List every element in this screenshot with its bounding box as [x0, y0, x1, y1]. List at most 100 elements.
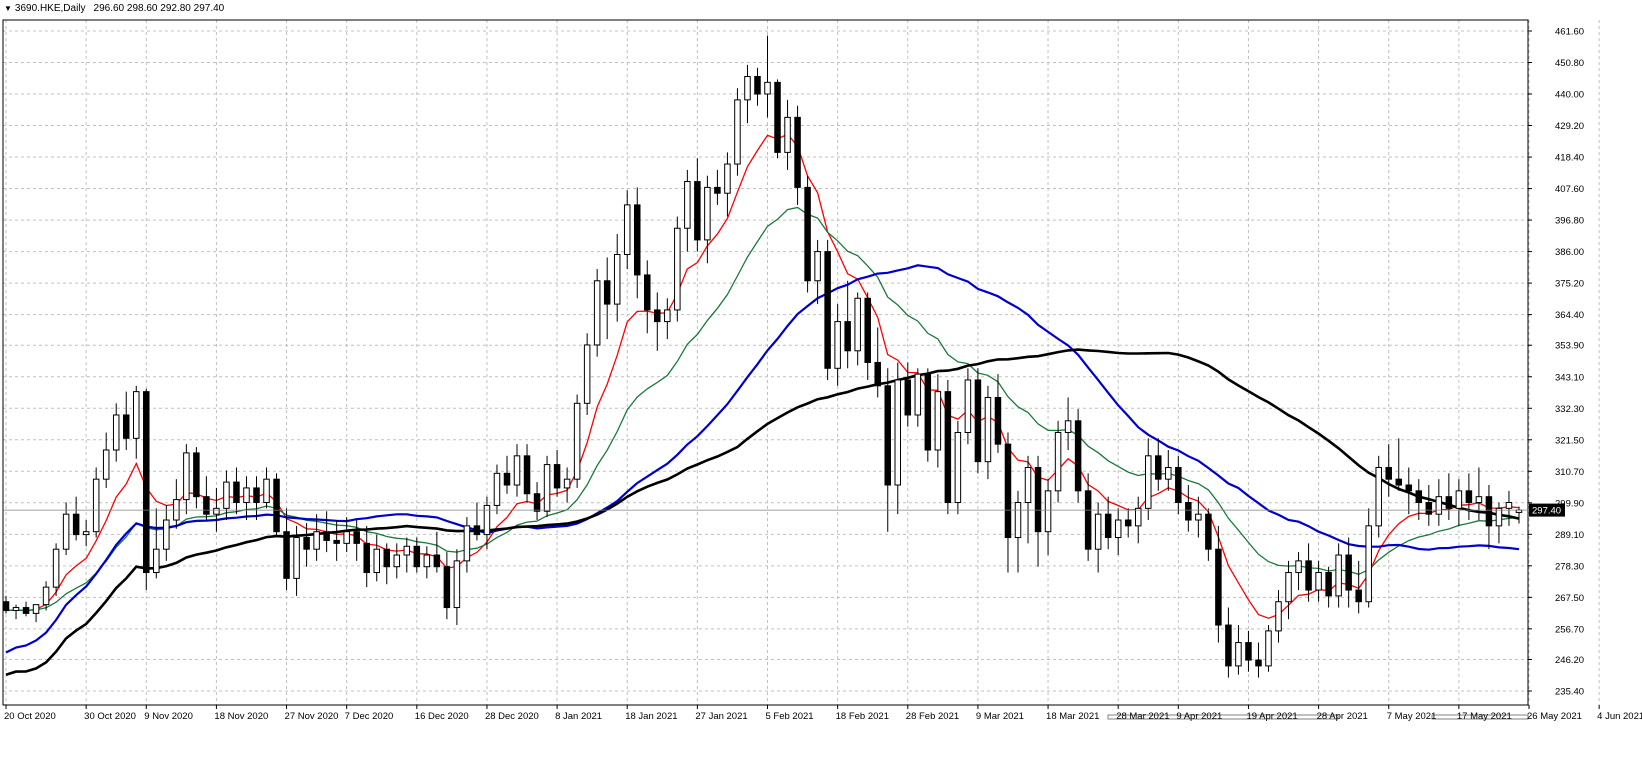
candle: [1205, 508, 1212, 561]
candle-body-down: [1395, 478, 1403, 486]
candle-body-up: [984, 396, 992, 463]
candle: [1375, 455, 1382, 538]
candle: [92, 467, 100, 538]
candle: [834, 304, 841, 386]
candle-body-up: [463, 525, 471, 562]
y-tick-label: 461.60: [1555, 27, 1584, 38]
candle: [884, 368, 891, 532]
candle: [964, 368, 972, 445]
candle-body-up: [263, 478, 270, 504]
candle-body-up: [62, 513, 70, 550]
candle: [844, 280, 851, 369]
candle-body-up: [814, 251, 821, 282]
candle: [944, 379, 952, 515]
candle-body-up: [623, 204, 631, 256]
x-tick-label: 26 May 2021: [1527, 711, 1582, 722]
candle: [483, 496, 491, 550]
candle-body-up: [764, 81, 771, 95]
candle: [1485, 485, 1493, 550]
candle: [203, 476, 210, 521]
grid: [3, 20, 1600, 705]
candle-body-down: [864, 297, 871, 363]
candle: [734, 88, 741, 176]
candle-body-down: [1255, 659, 1262, 667]
candle-body-down: [754, 76, 761, 95]
candle: [1255, 642, 1262, 678]
candle: [1425, 485, 1433, 526]
candle-body-down: [1465, 490, 1473, 504]
candle-body-down: [253, 487, 260, 504]
price-chart[interactable]: 297.40 461.60 450.80 440.00 429.20 418.40 407…: [0, 0, 1642, 753]
candle-body-down: [363, 542, 370, 574]
candle: [353, 520, 360, 561]
candle-body-up: [213, 507, 220, 515]
candle-body-up: [1475, 496, 1483, 504]
candle-body-down: [1185, 502, 1192, 521]
candle-body-up: [834, 321, 841, 369]
candle-body-down: [413, 545, 421, 568]
collapse-triangle-icon[interactable]: ▼: [4, 4, 12, 13]
y-tick-label: 343.10: [1555, 372, 1584, 383]
candle: [133, 385, 140, 459]
candle-body-down: [122, 414, 130, 439]
candle: [1155, 438, 1162, 491]
candle: [1445, 473, 1453, 521]
y-tick-label: 246.20: [1555, 655, 1584, 666]
candle: [413, 537, 421, 573]
x-tick-label: 28 Dec 2020: [485, 711, 539, 722]
candle-body-down: [1215, 548, 1222, 626]
candle: [1515, 506, 1523, 524]
candle-body-up: [613, 254, 621, 305]
candle: [503, 455, 511, 494]
candle: [12, 604, 20, 620]
candle: [173, 479, 180, 529]
y-tick-label: 321.50: [1555, 435, 1584, 446]
candle: [1365, 508, 1372, 608]
candle-body-down: [333, 539, 340, 544]
candle: [523, 444, 531, 503]
candle: [1295, 552, 1302, 591]
candle-body-up: [1094, 513, 1102, 550]
candle: [1014, 490, 1022, 573]
axes: 297.40: [2, 19, 1565, 720]
candle-body-down: [193, 452, 200, 498]
candle-body-down: [1305, 560, 1312, 591]
candle-body-up: [493, 472, 501, 506]
candle: [694, 158, 701, 252]
candle-body-down: [1245, 642, 1252, 661]
x-tick-label: 9 Apr 2021: [1176, 711, 1222, 722]
candle: [453, 549, 461, 626]
candle: [1335, 543, 1342, 608]
candle-body-down: [774, 81, 781, 153]
y-tick-label: 440.00: [1555, 90, 1584, 101]
candle-body-up: [453, 560, 461, 609]
candle: [1385, 444, 1392, 497]
symbol-label: 3690.HKE,Daily: [14, 3, 86, 14]
y-tick-label: 386.00: [1555, 247, 1584, 258]
candle-body-up: [1195, 513, 1202, 521]
candle-body-up: [1495, 507, 1503, 527]
candle-body-up: [664, 309, 671, 323]
candle: [553, 449, 561, 497]
y-tick-label: 267.50: [1555, 593, 1584, 604]
candle-body-down: [1425, 502, 1433, 515]
candle-body-down: [1084, 490, 1092, 550]
axis-ticks: 461.60 450.80 440.00 429.20 418.40 407.60 396.…: [4, 27, 1642, 723]
candle: [323, 511, 330, 553]
candle-body-up: [153, 548, 160, 574]
x-tick-label: 20 Oct 2020: [4, 711, 56, 722]
candle: [1325, 566, 1332, 608]
candle: [1405, 467, 1413, 515]
candle-body-down: [1205, 513, 1212, 550]
candle-body-up: [1375, 466, 1382, 527]
candle-body-down: [72, 513, 80, 536]
candle-body-down: [433, 554, 441, 568]
candle: [383, 543, 391, 585]
candle-body-down: [874, 361, 881, 387]
candle: [1345, 537, 1352, 608]
candle-body-down: [654, 309, 661, 323]
x-tick-label: 18 Feb 2021: [836, 711, 889, 722]
candle: [143, 388, 150, 591]
candle: [714, 169, 721, 205]
y-tick-label: 407.60: [1555, 184, 1584, 195]
